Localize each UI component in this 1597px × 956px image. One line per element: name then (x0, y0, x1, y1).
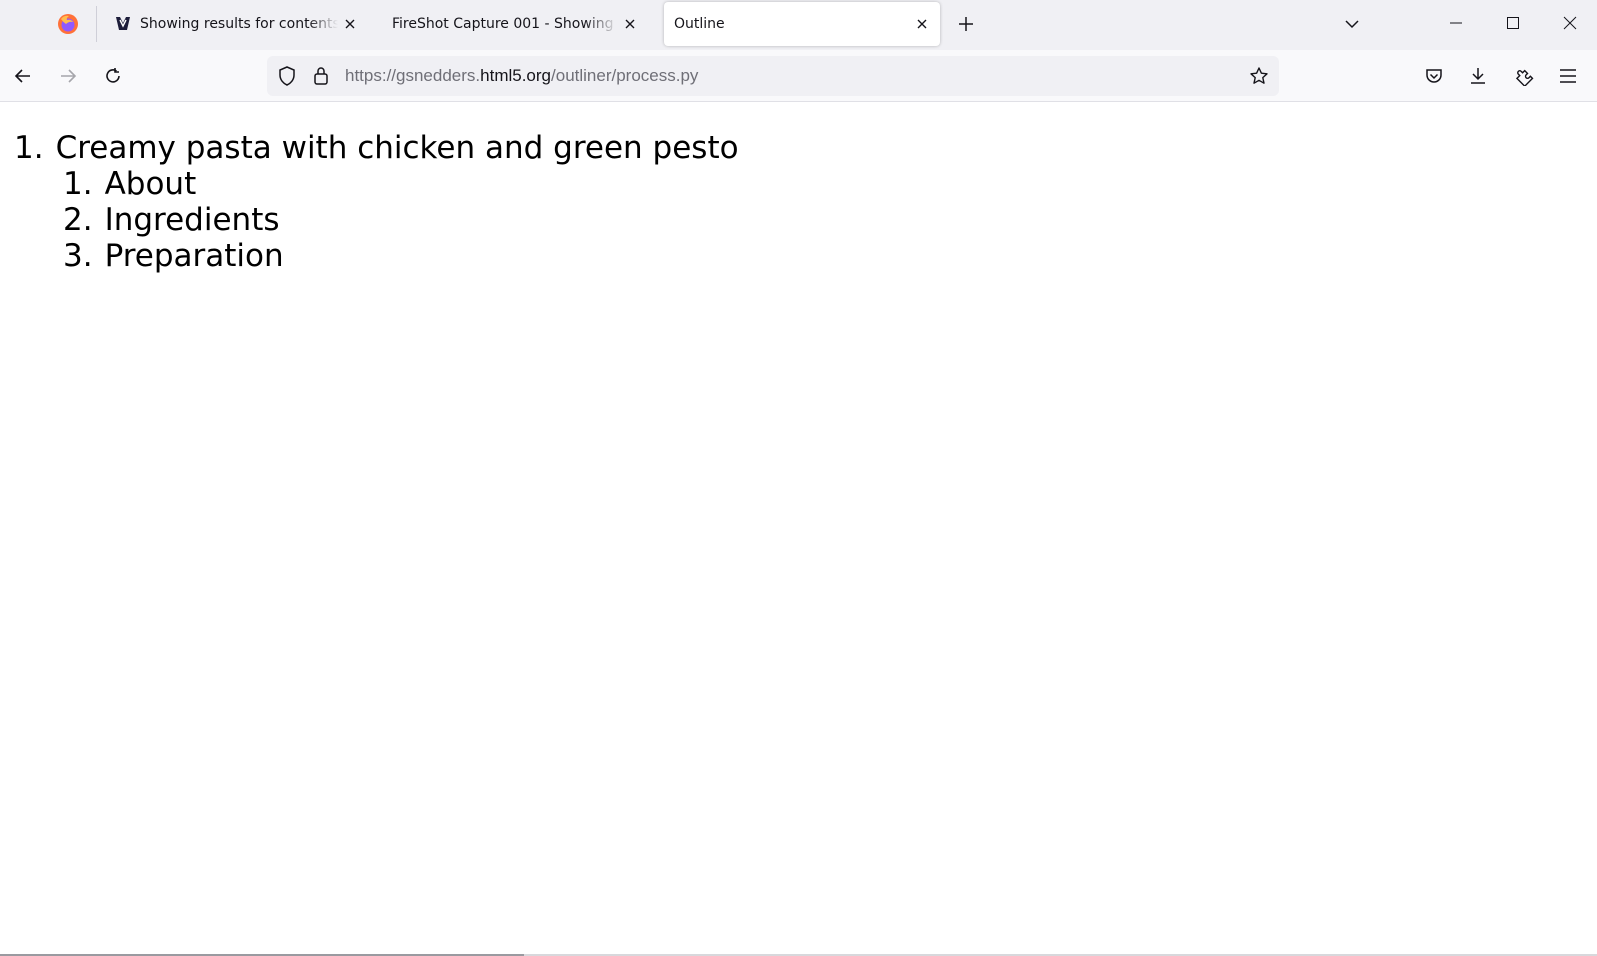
close-tab-icon[interactable] (338, 12, 362, 36)
close-window-icon[interactable] (1547, 0, 1593, 46)
back-arrow-icon[interactable] (7, 60, 39, 92)
outline-number: 2. (63, 202, 93, 238)
tab-title: FireShot Capture 001 - Showing results (392, 16, 618, 32)
bookmark-star-icon[interactable] (1247, 64, 1271, 88)
navigation-toolbar: https://gsnedders.html5.org/outliner/pro… (0, 50, 1597, 102)
tab-outline[interactable]: Outline (664, 2, 940, 46)
outline-sub-list: 1. About 2. Ingredients 3. Preparation (14, 166, 739, 274)
pocket-icon[interactable] (1420, 62, 1448, 90)
outline-heading: Preparation (104, 238, 284, 274)
maximize-window-icon[interactable] (1490, 0, 1536, 46)
close-tab-icon[interactable] (618, 12, 642, 36)
forward-arrow-icon[interactable] (52, 60, 84, 92)
outline-heading: Ingredients (104, 202, 280, 238)
url-prefix: https://gsnedders. (345, 66, 481, 85)
tab-showing-results[interactable]: Showing results for contents of (100, 2, 368, 46)
url-text[interactable]: https://gsnedders.html5.org/outliner/pro… (345, 66, 698, 86)
outline-root-item: 1. Creamy pasta with chicken and green pe… (14, 130, 739, 274)
document-outline: 1. Creamy pasta with chicken and green pe… (14, 130, 739, 274)
tab-title: Outline (674, 16, 725, 32)
lock-icon[interactable] (309, 64, 333, 88)
page-content: 1. Creamy pasta with chicken and green pe… (0, 103, 1597, 956)
tab-fireshot-capture[interactable]: FireShot Capture 001 - Showing results (376, 2, 648, 46)
outline-number: 3. (63, 238, 93, 274)
outline-item-about: 1. About (63, 166, 739, 202)
address-bar[interactable]: https://gsnedders.html5.org/outliner/pro… (267, 56, 1279, 96)
reload-icon[interactable] (97, 60, 129, 92)
extensions-puzzle-icon[interactable] (1510, 62, 1538, 90)
tab-strip: Showing results for contents of FireShot… (0, 0, 1597, 50)
hamburger-menu-icon[interactable] (1554, 62, 1582, 90)
outline-item-preparation: 3. Preparation (63, 238, 739, 274)
url-path: /outliner/process.py (551, 66, 699, 85)
download-icon[interactable] (1464, 62, 1492, 90)
close-tab-icon[interactable] (910, 12, 934, 36)
outline-number: 1. (14, 130, 44, 166)
new-tab-plus-icon[interactable] (952, 10, 980, 38)
url-domain: html5.org (480, 66, 552, 85)
tab-separator (96, 6, 97, 42)
tracking-protection-shield-icon[interactable] (275, 64, 299, 88)
list-all-tabs-chevron-icon[interactable] (1338, 10, 1366, 38)
tab-title: Showing results for contents of (140, 16, 338, 32)
outline-number: 1. (63, 166, 93, 202)
tool-favicon-icon (114, 15, 132, 33)
minimize-window-icon[interactable] (1433, 0, 1479, 46)
firefox-logo-icon[interactable] (40, 0, 96, 48)
outline-heading: Creamy pasta with chicken and green pest… (55, 130, 739, 166)
outline-heading: About (104, 166, 197, 202)
outline-item-ingredients: 2. Ingredients (63, 202, 739, 238)
